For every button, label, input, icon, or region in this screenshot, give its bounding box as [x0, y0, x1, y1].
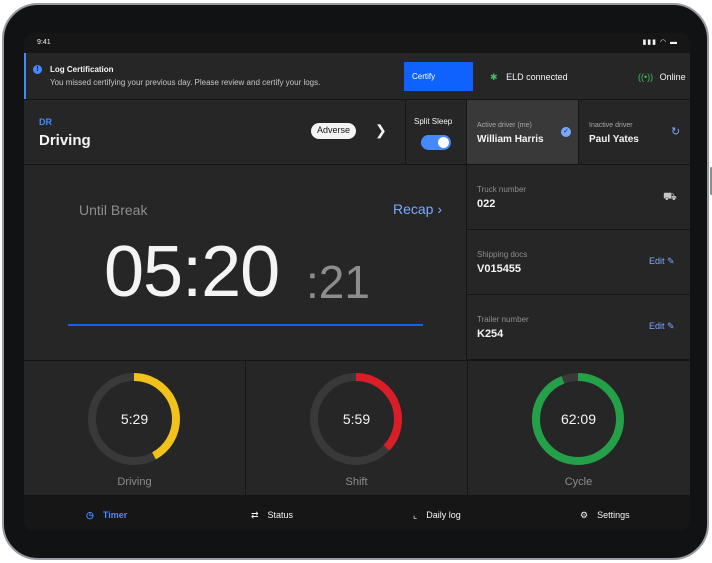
inactive-driver-label: Inactive driver — [589, 122, 633, 129]
bottom-tab-bar: ◷ Timer ⇄ Status ⌞ Daily log ⚙ Settings — [24, 496, 690, 531]
shift-gauge-label: Shift — [345, 476, 368, 488]
info-icon: ! — [33, 65, 42, 74]
tab-status-label: Status — [267, 510, 294, 520]
truck-number-card[interactable]: Truck number 022 ⛟ — [467, 165, 690, 229]
break-timer-panel: Until Break Recap › 05:20 :21 — [24, 165, 466, 360]
duty-status-name: Driving — [39, 132, 91, 149]
gear-icon: ⚙ — [580, 510, 589, 520]
timer-icon: ◷ — [86, 510, 94, 520]
driving-gauge[interactable]: 5:29 Driving — [24, 361, 245, 495]
tab-settings[interactable]: ⚙ Settings — [580, 510, 630, 521]
tab-timer[interactable]: ◷ Timer — [86, 510, 127, 521]
signal-wifi-battery-icon: ▮▮▮ ◠ ▬ — [642, 39, 678, 46]
tab-status[interactable]: ⇄ Status — [251, 510, 293, 521]
split-sleep-label: Split Sleep — [414, 117, 453, 126]
banner-message: You missed certifying your previous day.… — [50, 78, 321, 87]
driving-gauge-value: 5:29 — [120, 411, 149, 427]
cycle-gauge[interactable]: 62:09 Cycle — [468, 361, 690, 495]
cycle-gauge-ring — [532, 373, 624, 465]
split-sleep-panel: Split Sleep — [406, 100, 466, 164]
checkmark-icon: ✓ — [561, 127, 571, 137]
chevron-right-icon: ❯ — [375, 122, 387, 138]
banner-title: Log Certification — [50, 65, 114, 74]
edit-trailer-number-button[interactable]: Edit ✎ — [649, 321, 675, 332]
online-status: ((•)) Online — [638, 72, 686, 82]
shift-gauge-value: 5:59 — [342, 411, 371, 427]
log-certification-banner: ! Log Certification You missed certifyin… — [24, 53, 690, 99]
driving-gauge-label: Driving — [117, 476, 152, 488]
active-driver-name: William Harris — [477, 134, 544, 145]
clock: 9:41 — [37, 39, 51, 46]
shift-gauge-ring — [310, 373, 402, 465]
tab-daily-log[interactable]: ⌞ Daily log — [413, 510, 461, 521]
trailer-number-label: Trailer number — [477, 315, 529, 324]
shift-gauge[interactable]: 5:59 Shift — [246, 361, 467, 495]
recap-link[interactable]: Recap › — [393, 201, 442, 217]
signal-icon: ((•)) — [638, 72, 654, 82]
shipping-docs-card: Shipping docs V015455 Edit ✎ — [467, 230, 690, 294]
cycle-gauge-label: Cycle — [564, 476, 593, 488]
edit-shipping-docs-button[interactable]: Edit ✎ — [649, 256, 675, 267]
trailer-number-value: K254 — [477, 328, 504, 340]
truck-number-value: 022 — [477, 198, 496, 210]
duty-status-selector[interactable]: DR Driving Adverse ❯ — [24, 100, 405, 164]
timer-progress-bar — [68, 324, 423, 326]
toggle-knob — [438, 137, 449, 148]
app-screen: 9:41 ▮▮▮ ◠ ▬ ! Log Certification You mis… — [24, 33, 690, 531]
switch-driver-icon[interactable]: ↻ — [671, 125, 680, 138]
timer-seconds: :21 — [306, 256, 370, 308]
timer-label: Until Break — [79, 202, 148, 218]
online-status-label: Online — [659, 72, 686, 82]
active-driver-label: Active driver (me) — [477, 122, 532, 129]
duty-status-code: DR — [39, 117, 52, 127]
eld-status-label: ELD connected — [506, 72, 568, 82]
driving-gauge-ring — [88, 373, 180, 465]
shipping-docs-value: V015455 — [477, 263, 522, 275]
chart-icon: ⌞ — [413, 510, 418, 520]
system-status-bar: 9:41 ▮▮▮ ◠ ▬ — [24, 33, 690, 53]
eld-status[interactable]: ✱ ELD connected — [490, 72, 568, 83]
swap-icon: ⇄ — [251, 510, 259, 520]
inactive-driver-name: Paul Yates — [589, 134, 639, 145]
active-driver-card[interactable]: Active driver (me) William Harris ✓ — [467, 100, 578, 164]
certify-button[interactable]: Certify — [404, 62, 473, 91]
tab-daily-log-label: Daily log — [426, 510, 461, 520]
split-sleep-toggle[interactable] — [421, 135, 451, 150]
shipping-docs-label: Shipping docs — [477, 250, 528, 259]
tab-timer-label: Timer — [102, 510, 128, 520]
trailer-number-card: Trailer number K254 Edit ✎ — [467, 295, 690, 359]
adverse-badge[interactable]: Adverse — [311, 123, 357, 139]
cycle-gauge-value: 62:09 — [560, 411, 597, 427]
timer-main: 05:20 — [104, 232, 280, 312]
inactive-driver-card[interactable]: Inactive driver Paul Yates ↻ — [579, 100, 690, 164]
truck-number-label: Truck number — [477, 185, 527, 194]
bluetooth-icon: ✱ — [490, 72, 498, 82]
tab-settings-label: Settings — [597, 510, 630, 520]
truck-icon: ⛟ — [663, 191, 677, 203]
banner-accent — [24, 53, 26, 99]
